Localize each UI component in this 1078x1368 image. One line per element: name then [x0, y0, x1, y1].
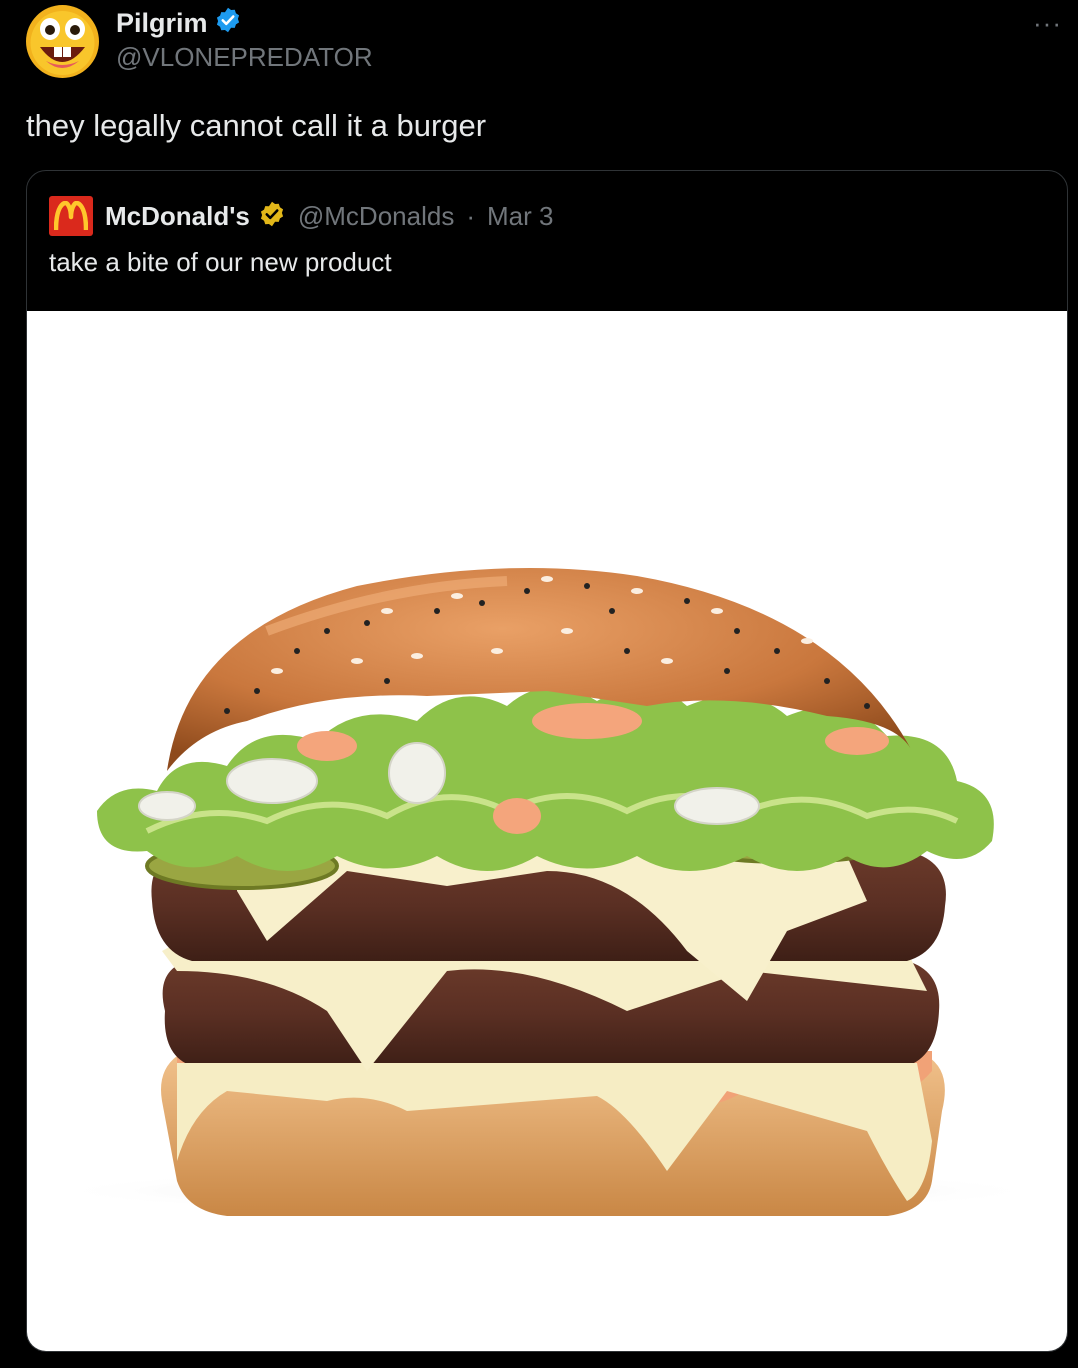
separator-dot: ·: [466, 200, 475, 231]
author-name[interactable]: Pilgrim: [116, 6, 242, 41]
quoted-tweet-text: take a bite of our new product: [49, 247, 392, 277]
quoted-tweet-header: McDonald's @McDonalds · Mar 3: [49, 196, 553, 236]
tweet: Pilgrim @VLONEPREDATOR ··· they legally …: [0, 0, 1078, 1368]
quoted-tweet[interactable]: McDonald's @McDonalds · Mar 3 take a bit…: [26, 170, 1068, 1352]
quoted-author-handle[interactable]: @McDonalds: [298, 201, 454, 232]
author-name-text[interactable]: Pilgrim: [116, 8, 208, 39]
verified-badge-icon: [214, 6, 242, 41]
verified-gold-badge-icon: [258, 200, 286, 233]
more-options-icon[interactable]: ···: [1033, 8, 1062, 39]
avatar[interactable]: [26, 5, 99, 78]
author-handle[interactable]: @VLONEPREDATOR: [116, 42, 373, 73]
quoted-author-name[interactable]: McDonald's: [105, 201, 250, 232]
burger-photo[interactable]: [27, 311, 1067, 1351]
tweet-text: they legally cannot call it a burger: [26, 108, 487, 143]
quoted-tweet-date[interactable]: Mar 3: [487, 201, 553, 232]
mcdonalds-arches-icon[interactable]: [49, 196, 93, 236]
